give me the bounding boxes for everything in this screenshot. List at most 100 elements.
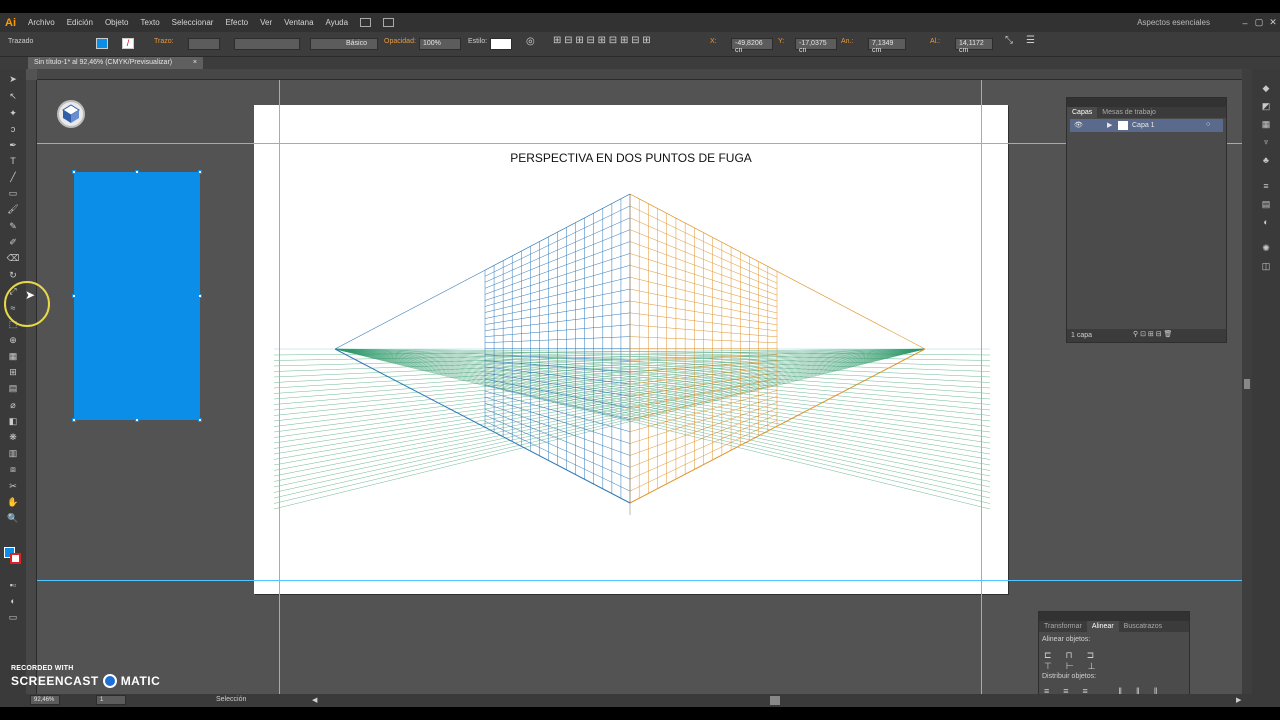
paintbrush-tool-icon[interactable]: 🖌 (6, 203, 20, 215)
perspective-plane-widget[interactable] (57, 100, 85, 128)
stroke-label[interactable]: Trazo: (154, 38, 174, 45)
align-buttons[interactable]: ⊏⊓⊐ ⊤⊢⊥ (1044, 650, 1189, 672)
menu-texto[interactable]: Texto (135, 18, 166, 27)
symbol-sprayer-icon[interactable]: ❋ (6, 431, 20, 443)
transform-icon[interactable]: ⤡ (1005, 35, 1013, 46)
close-icon[interactable]: ✕ (1266, 17, 1280, 28)
artboard-nav-field[interactable]: 1 (96, 695, 126, 705)
expand-icon[interactable]: ▶ (1107, 121, 1112, 129)
panel-menu-icon[interactable]: ☰ (1026, 35, 1035, 46)
pencil-tool-icon[interactable]: ✎ (6, 220, 20, 232)
blob-brush-icon[interactable]: ✐ (6, 236, 20, 248)
lasso-tool-icon[interactable]: ↄ (6, 123, 20, 135)
vertical-scrollbar[interactable] (1242, 69, 1252, 700)
gradient-tool-icon[interactable]: ▤ (6, 382, 20, 394)
guide-horizontal-top[interactable] (37, 143, 1242, 144)
tab-capas[interactable]: Capas (1067, 107, 1098, 118)
minimize-icon[interactable]: – (1238, 18, 1252, 28)
zoom-tool-icon[interactable]: 🔍 (6, 512, 20, 524)
scroll-thumb[interactable] (1244, 379, 1250, 389)
type-tool-icon[interactable]: T (6, 155, 20, 167)
fill-swatch[interactable] (96, 38, 108, 49)
brush-definition[interactable]: Básico (310, 38, 378, 50)
stroke-panel-icon[interactable]: ≡ (1260, 181, 1272, 192)
opacity-field[interactable]: 100% (419, 38, 461, 50)
bridge-icon[interactable] (360, 18, 372, 27)
color-panel-icon[interactable]: ◆ (1260, 83, 1272, 94)
graph-tool-icon[interactable]: ▥ (6, 447, 20, 459)
variable-width-field[interactable] (234, 38, 300, 50)
resize-handle-ml[interactable] (72, 294, 76, 298)
layer-actions-icons[interactable]: ⚲ ⊡ ⊞ ⊟ 🗑 (1133, 330, 1172, 338)
menu-ventana[interactable]: Ventana (278, 18, 319, 27)
layers-panel-header[interactable] (1067, 98, 1226, 107)
direct-selection-tool-icon[interactable]: ↖ (6, 90, 20, 102)
resize-handle-tl[interactable] (72, 170, 76, 174)
eraser-tool-icon[interactable]: ⌫ (6, 252, 20, 264)
menu-archivo[interactable]: Archivo (22, 18, 61, 27)
hscroll-right-icon[interactable]: ▶ (1236, 696, 1241, 704)
align-icons[interactable]: ⊞ ⊟ ⊞ ⊟ ⊞ ⊟ ⊞ ⊟ ⊞ (553, 35, 651, 46)
selection-tool-icon[interactable]: ➤ (6, 73, 20, 85)
resize-handle-tc[interactable] (135, 170, 139, 174)
layer-name[interactable]: Capa 1 (1132, 122, 1155, 129)
x-field[interactable]: -49,8206 cn (731, 38, 773, 54)
y-field[interactable]: -17,0375 cn (795, 38, 837, 54)
color-guide-icon[interactable]: ◩ (1260, 101, 1272, 112)
document-tab[interactable]: Sin título-1* al 92,46% (CMYK/Previsuali… (28, 57, 203, 69)
drawing-mode-icon[interactable]: ◐ (6, 595, 20, 607)
resize-handle-br[interactable] (198, 418, 202, 422)
eyedropper-icon[interactable]: ⌀ (6, 399, 20, 411)
align-panel-header[interactable] (1039, 612, 1189, 621)
mesh-tool-icon[interactable]: ⊞ (6, 366, 20, 378)
transparency-icon[interactable]: ◐ (1260, 217, 1272, 228)
graphic-styles-icon[interactable]: ◫ (1260, 261, 1272, 272)
menu-ver[interactable]: Ver (254, 18, 278, 27)
arrange-documents-icon[interactable] (383, 18, 395, 27)
tab-alinear[interactable]: Alinear (1086, 621, 1119, 632)
tab-buscatrazos[interactable]: Buscatrazos (1119, 623, 1168, 630)
maximize-icon[interactable]: ▢ (1252, 17, 1266, 28)
tab-mesas-de-trabajo[interactable]: Mesas de trabajo (1097, 109, 1161, 116)
resize-handle-bc[interactable] (135, 418, 139, 422)
close-tab-icon[interactable]: × (193, 59, 197, 66)
hand-tool-icon[interactable]: ✋ (6, 496, 20, 508)
resize-handle-mr[interactable] (198, 294, 202, 298)
width-field[interactable]: 7,1349 cm (868, 38, 906, 54)
resize-handle-tr[interactable] (198, 170, 202, 174)
canvas-area[interactable]: PERSPECTIVA EN DOS PUNTOS DE FUGA (37, 80, 1242, 700)
height-field[interactable]: 14,1172 cm (955, 38, 993, 54)
brushes-icon[interactable]: ♆ (1260, 137, 1272, 148)
zoom-field[interactable]: 92,46% (30, 695, 60, 705)
perspective-grid-icon[interactable]: ▦ (6, 350, 20, 362)
artboard-tool-icon[interactable]: ⧈ (6, 463, 20, 475)
recolor-icon[interactable]: ◎ (526, 36, 535, 47)
perspective-grid[interactable] (254, 105, 1008, 594)
target-icon[interactable]: ○ (1206, 121, 1210, 128)
pen-tool-icon[interactable]: ✒ (6, 139, 20, 151)
selected-rectangle[interactable] (74, 172, 200, 420)
stroke-weight-field[interactable] (188, 38, 220, 50)
stroke-swatch[interactable]: / (122, 38, 134, 49)
rectangle-tool-icon[interactable]: ▭ (6, 187, 20, 199)
menu-seleccionar[interactable]: Seleccionar (166, 18, 220, 27)
rotate-tool-icon[interactable]: ↻ (6, 269, 20, 281)
guide-horizontal-bottom[interactable] (37, 580, 1242, 581)
tab-transformar[interactable]: Transformar (1039, 623, 1087, 630)
symbols-icon[interactable]: ♣ (1260, 155, 1272, 166)
workspace-switcher[interactable]: Aspectos esenciales (1137, 18, 1238, 27)
hscroll-thumb[interactable] (770, 696, 780, 705)
swatches-icon[interactable]: ▦ (1260, 119, 1272, 130)
resize-handle-bl[interactable] (72, 418, 76, 422)
hscroll-left-icon[interactable]: ◀ (312, 696, 317, 704)
slice-tool-icon[interactable]: ✂ (6, 480, 20, 492)
menu-efecto[interactable]: Efecto (219, 18, 254, 27)
shape-builder-icon[interactable]: ⊕ (6, 334, 20, 346)
blend-tool-icon[interactable]: ◧ (6, 415, 20, 427)
menu-edicion[interactable]: Edición (61, 18, 99, 27)
guide-vertical-left[interactable] (279, 80, 280, 700)
layer-row[interactable]: 👁 ▶ Capa 1 ○ (1070, 119, 1223, 132)
magic-wand-icon[interactable]: ✦ (6, 107, 20, 119)
appearance-icon[interactable]: ✺ (1260, 243, 1272, 254)
stroke-color-icon[interactable] (10, 553, 21, 564)
